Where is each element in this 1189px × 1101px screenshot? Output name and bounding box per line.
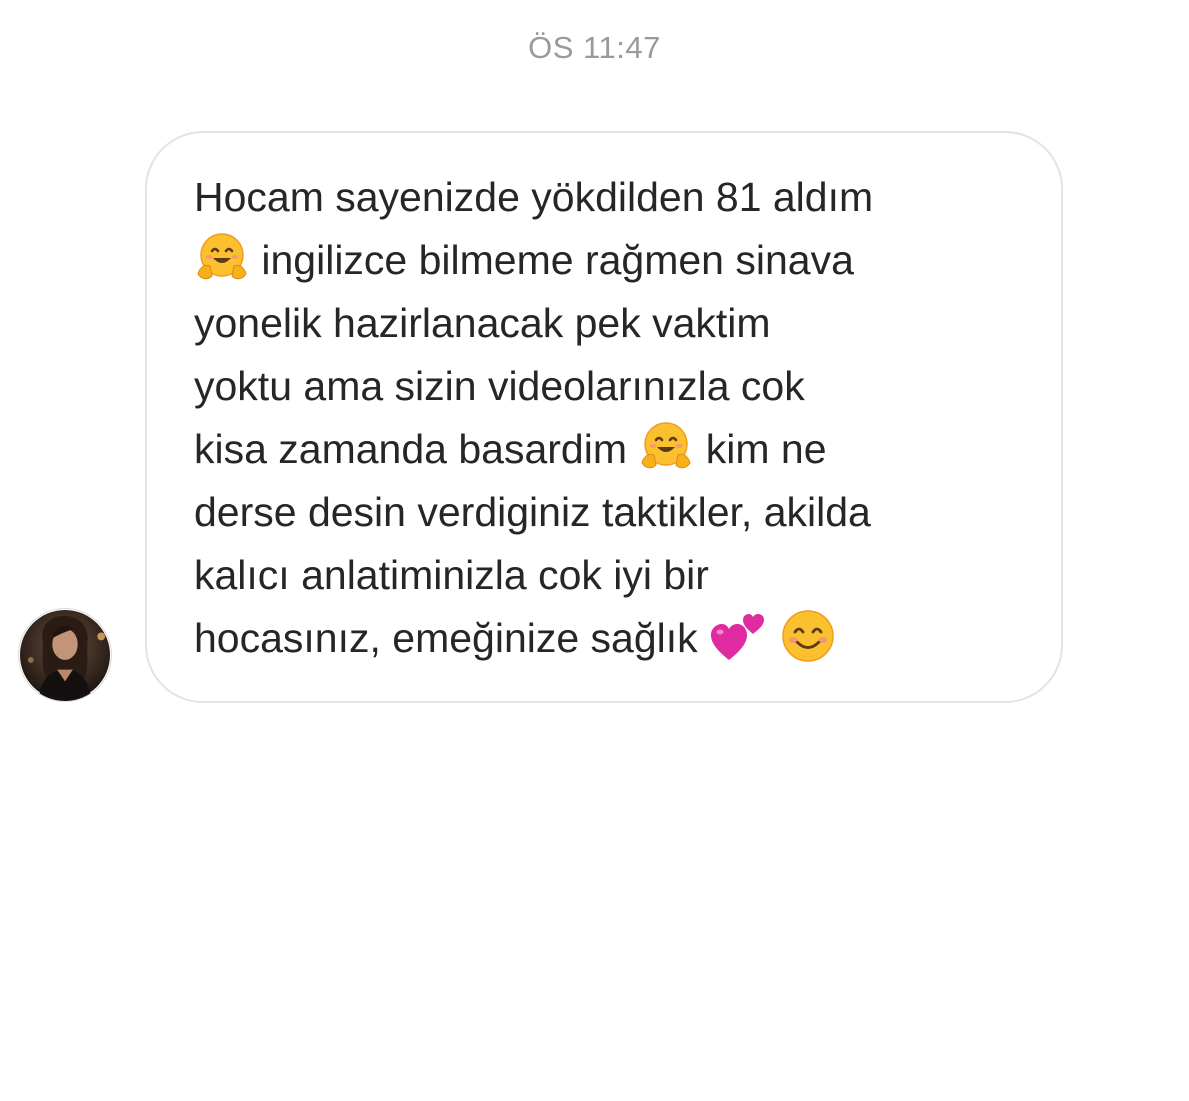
message-line-6: derse desin verdiginiz taktikler, akilda [194, 489, 871, 535]
two-hearts-icon [709, 608, 769, 664]
hugging-face-icon [194, 230, 250, 286]
message-line-4: yoktu ama sizin videolarınızla cok [194, 363, 805, 409]
message-line-7: kalıcı anlatiminizla cok iyi bir [194, 552, 709, 598]
message-line-5-text-b: kim ne [694, 426, 827, 472]
message-line-3: yonelik hazirlanacak pek vaktim [194, 300, 771, 346]
message-bubble[interactable]: Hocam sayenizde yökdilden 81 aldım ingil… [145, 131, 1063, 703]
message-text: Hocam sayenizde yökdilden 81 aldım ingil… [194, 166, 1024, 670]
message-line-5-text-a: kisa zamanda basardim [194, 426, 639, 472]
message-line-5: kisa zamanda basardim kim ne [194, 418, 1024, 481]
avatar-photo [19, 609, 111, 701]
message-line-2: ingilizce bilmeme rağmen sinava [194, 229, 1024, 292]
message-line-8-text: hocasınız, emeğinize sağlık [194, 615, 710, 661]
smiling-face-icon [780, 608, 836, 664]
message-line-8: hocasınız, emeğinize sağlık [194, 607, 1024, 670]
avatar[interactable] [18, 608, 112, 702]
hugging-face-icon [638, 419, 694, 475]
message-line-2-text: ingilizce bilmeme rağmen sinava [250, 237, 854, 283]
message-row: Hocam sayenizde yökdilden 81 aldım ingil… [0, 0, 1189, 1101]
message-line-1: Hocam sayenizde yökdilden 81 aldım [194, 174, 874, 220]
